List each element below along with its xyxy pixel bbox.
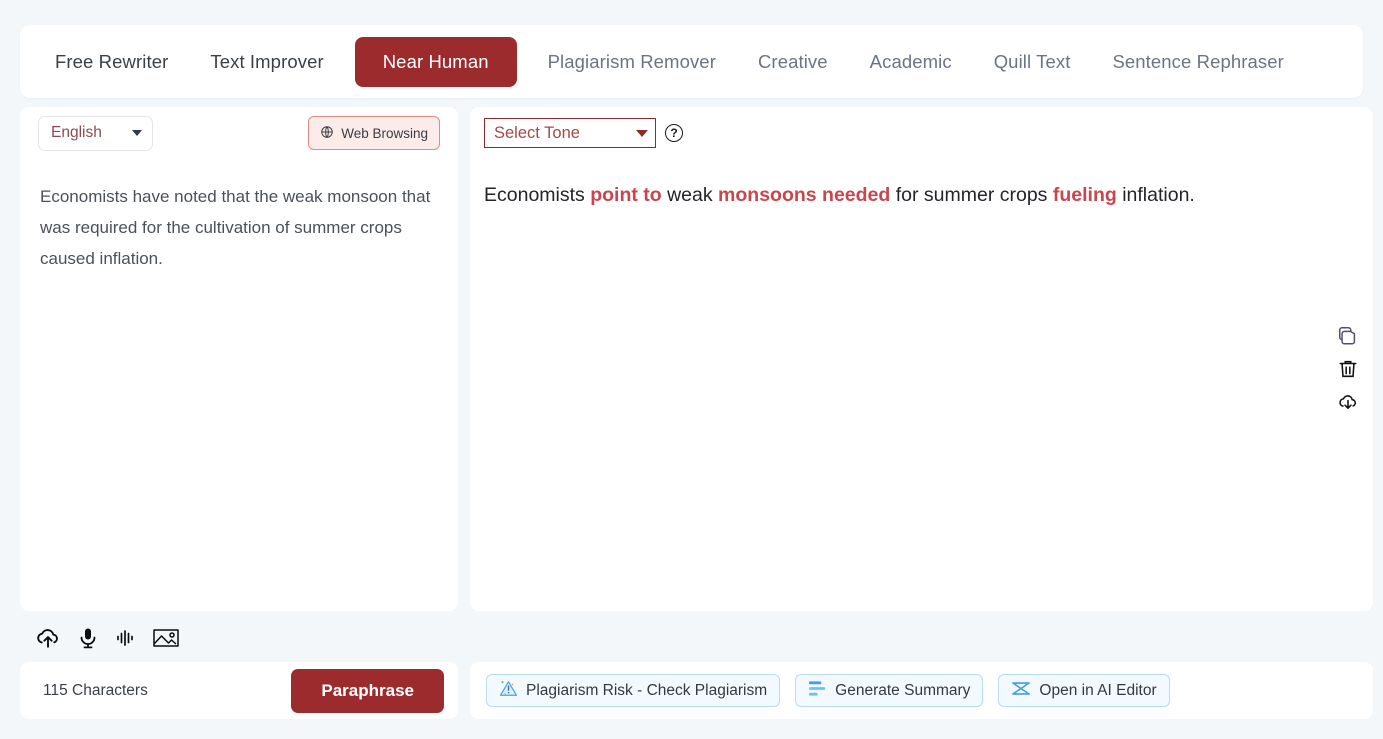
- cloud-upload-icon[interactable]: [34, 624, 62, 652]
- output-segment: for summer crops: [890, 184, 1053, 206]
- copy-icon[interactable]: [1337, 325, 1359, 347]
- image-icon[interactable]: [152, 626, 180, 650]
- check-plagiarism-label: Plagiarism Risk - Check Plagiarism: [526, 682, 767, 700]
- open-ai-editor-label: Open in AI Editor: [1039, 682, 1156, 700]
- web-browsing-button[interactable]: Web Browsing: [308, 116, 440, 150]
- open-ai-editor-button[interactable]: Open in AI Editor: [998, 674, 1169, 707]
- language-select-value: English: [51, 124, 102, 142]
- output-text-panel[interactable]: Economists point to weak monsoons needed…: [470, 159, 1373, 611]
- tab-academic[interactable]: Academic: [849, 39, 973, 85]
- source-footer-bar: 115 Characters Paraphrase: [20, 662, 458, 719]
- tab-text-improver[interactable]: Text Improver: [189, 39, 344, 85]
- output-side-actions: [1337, 325, 1359, 413]
- output-segment: weak: [662, 184, 718, 206]
- chevron-down-icon: [636, 130, 648, 137]
- output-segment-highlighted: point to: [590, 184, 661, 206]
- cloud-download-icon[interactable]: [1337, 391, 1359, 413]
- audio-waveform-icon[interactable]: [114, 626, 138, 650]
- tab-near-human[interactable]: Near Human: [355, 37, 517, 87]
- tool-tab-bar: Free Rewriter Text Improver Near Human P…: [20, 25, 1363, 98]
- source-media-actions: [20, 615, 458, 661]
- output-segment: Economists: [484, 184, 590, 206]
- ai-editor-icon: [1011, 680, 1031, 702]
- tab-sentence-rephraser[interactable]: Sentence Rephraser: [1091, 39, 1305, 85]
- microphone-icon[interactable]: [76, 625, 100, 651]
- paraphrase-button[interactable]: Paraphrase: [291, 669, 444, 713]
- source-text-panel[interactable]: Economists have noted that the weak mons…: [20, 159, 458, 611]
- check-plagiarism-button[interactable]: Plagiarism Risk - Check Plagiarism: [486, 674, 780, 707]
- source-options-bar: English Web Browsing: [20, 107, 458, 159]
- output-segment-highlighted: monsoons needed: [718, 184, 890, 206]
- summary-lines-icon: [808, 680, 827, 702]
- tab-free-rewriter[interactable]: Free Rewriter: [34, 39, 189, 85]
- output-text[interactable]: Economists point to weak monsoons needed…: [484, 181, 1313, 209]
- output-segment: inflation.: [1117, 184, 1195, 206]
- trash-icon[interactable]: [1337, 358, 1359, 380]
- output-segment-highlighted: fueling: [1053, 184, 1117, 206]
- source-text[interactable]: Economists have noted that the weak mons…: [40, 181, 438, 274]
- tab-creative[interactable]: Creative: [737, 39, 849, 85]
- tone-select-value: Select Tone: [494, 124, 580, 143]
- help-icon[interactable]: ?: [665, 124, 683, 142]
- chevron-down-icon: [132, 130, 142, 136]
- output-options-bar: Select Tone ?: [470, 107, 1373, 159]
- warning-triangle-icon: [499, 679, 518, 703]
- language-select[interactable]: English: [38, 116, 153, 151]
- tab-plagiarism-remover[interactable]: Plagiarism Remover: [527, 39, 737, 85]
- globe-icon: [320, 125, 334, 142]
- tone-select[interactable]: Select Tone: [484, 118, 656, 148]
- tab-quill-text[interactable]: Quill Text: [973, 39, 1092, 85]
- generate-summary-button[interactable]: Generate Summary: [795, 674, 983, 707]
- character-count: 115 Characters: [25, 682, 148, 700]
- output-footer-bar: Plagiarism Risk - Check Plagiarism Gener…: [470, 662, 1373, 719]
- generate-summary-label: Generate Summary: [835, 682, 970, 700]
- web-browsing-label: Web Browsing: [341, 126, 428, 141]
